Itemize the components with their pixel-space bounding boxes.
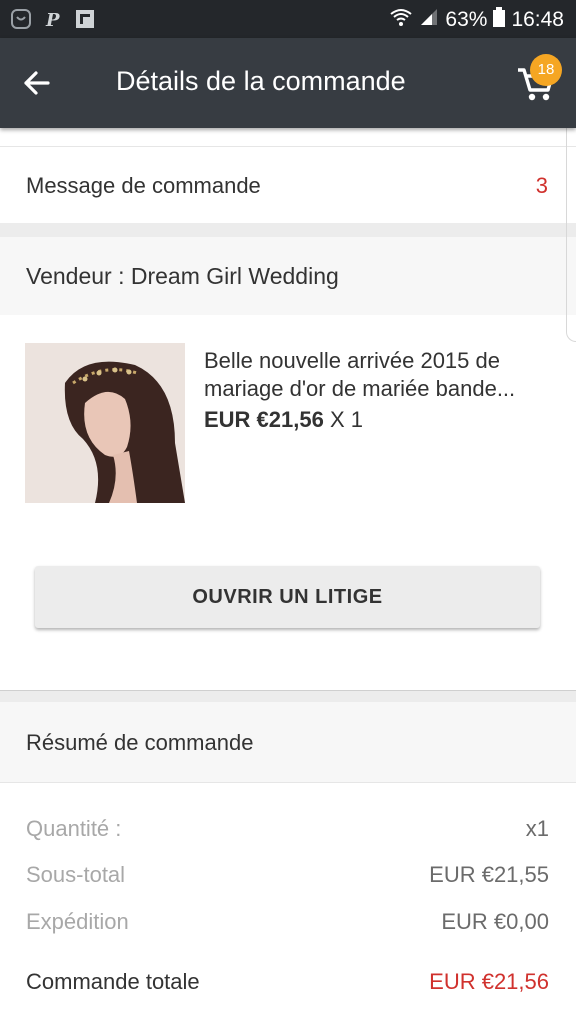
- scrollbar[interactable]: [566, 100, 576, 342]
- status-right: 63% 16:48: [389, 6, 564, 34]
- section-divider: [0, 223, 576, 237]
- order-message-label: Message de commande: [26, 173, 261, 198]
- summary-label: Quantité :: [26, 816, 122, 841]
- svg-text:P: P: [45, 10, 60, 30]
- product-quantity: X 1: [329, 407, 364, 432]
- signal-icon: [419, 7, 439, 33]
- order-message-count: 3: [535, 173, 548, 198]
- summary-row-subtotal: Sous-total EUR €21,55: [0, 862, 576, 902]
- summary-value: EUR €0,00: [441, 909, 549, 934]
- app-bar: Détails de la commande 18: [0, 38, 576, 128]
- product-price: EUR €21,56: [204, 407, 324, 432]
- flipboard-icon: [74, 8, 96, 30]
- product-image[interactable]: [25, 343, 185, 503]
- summary-header: Résumé de commande: [0, 702, 576, 783]
- seller-label: Vendeur : Dream Girl Wedding: [26, 263, 339, 289]
- summary-title: Résumé de commande: [26, 730, 254, 755]
- product-title[interactable]: Belle nouvelle arrivée 2015 de mariage d…: [204, 347, 550, 403]
- summary-label: Sous-total: [26, 862, 126, 887]
- summary-value: EUR €21,55: [429, 862, 549, 887]
- summary-label: Expédition: [26, 909, 129, 934]
- status-bar: P 63% 16:48: [0, 0, 576, 38]
- order-details-content: Message de commande 3 Vendeur : Dream Gi…: [0, 128, 576, 1024]
- total-label: Commande totale: [26, 969, 200, 994]
- total-value: EUR €21,56: [429, 969, 549, 994]
- notification-icon: [10, 8, 32, 30]
- back-arrow-icon: [24, 71, 50, 95]
- summary-row-shipping: Expédition EUR €0,00: [0, 909, 576, 949]
- clock: 16:48: [511, 8, 564, 31]
- summary-row-quantity: Quantité : x1: [0, 816, 576, 856]
- seller-row: Vendeur : Dream Girl Wedding: [0, 237, 576, 315]
- battery-percent: 63%: [445, 8, 488, 31]
- product-item[interactable]: Belle nouvelle arrivée 2015 de mariage d…: [0, 315, 576, 515]
- p-icon: P: [42, 8, 64, 31]
- battery-icon: [493, 7, 506, 33]
- order-message-row[interactable]: Message de commande 3: [0, 146, 576, 224]
- page-title: Détails de la commande: [116, 66, 406, 96]
- back-button[interactable]: [18, 63, 58, 103]
- wifi-icon: [389, 6, 413, 34]
- open-dispute-button[interactable]: OUVRIR UN LITIGE: [35, 566, 540, 628]
- status-left-icons: P: [10, 8, 96, 31]
- summary-row-total: Commande totale EUR €21,56: [0, 969, 576, 1009]
- cart-count-badge: 18: [530, 54, 562, 86]
- product-price-line: EUR €21,56 X 1: [204, 407, 363, 433]
- summary-value: x1: [525, 816, 549, 841]
